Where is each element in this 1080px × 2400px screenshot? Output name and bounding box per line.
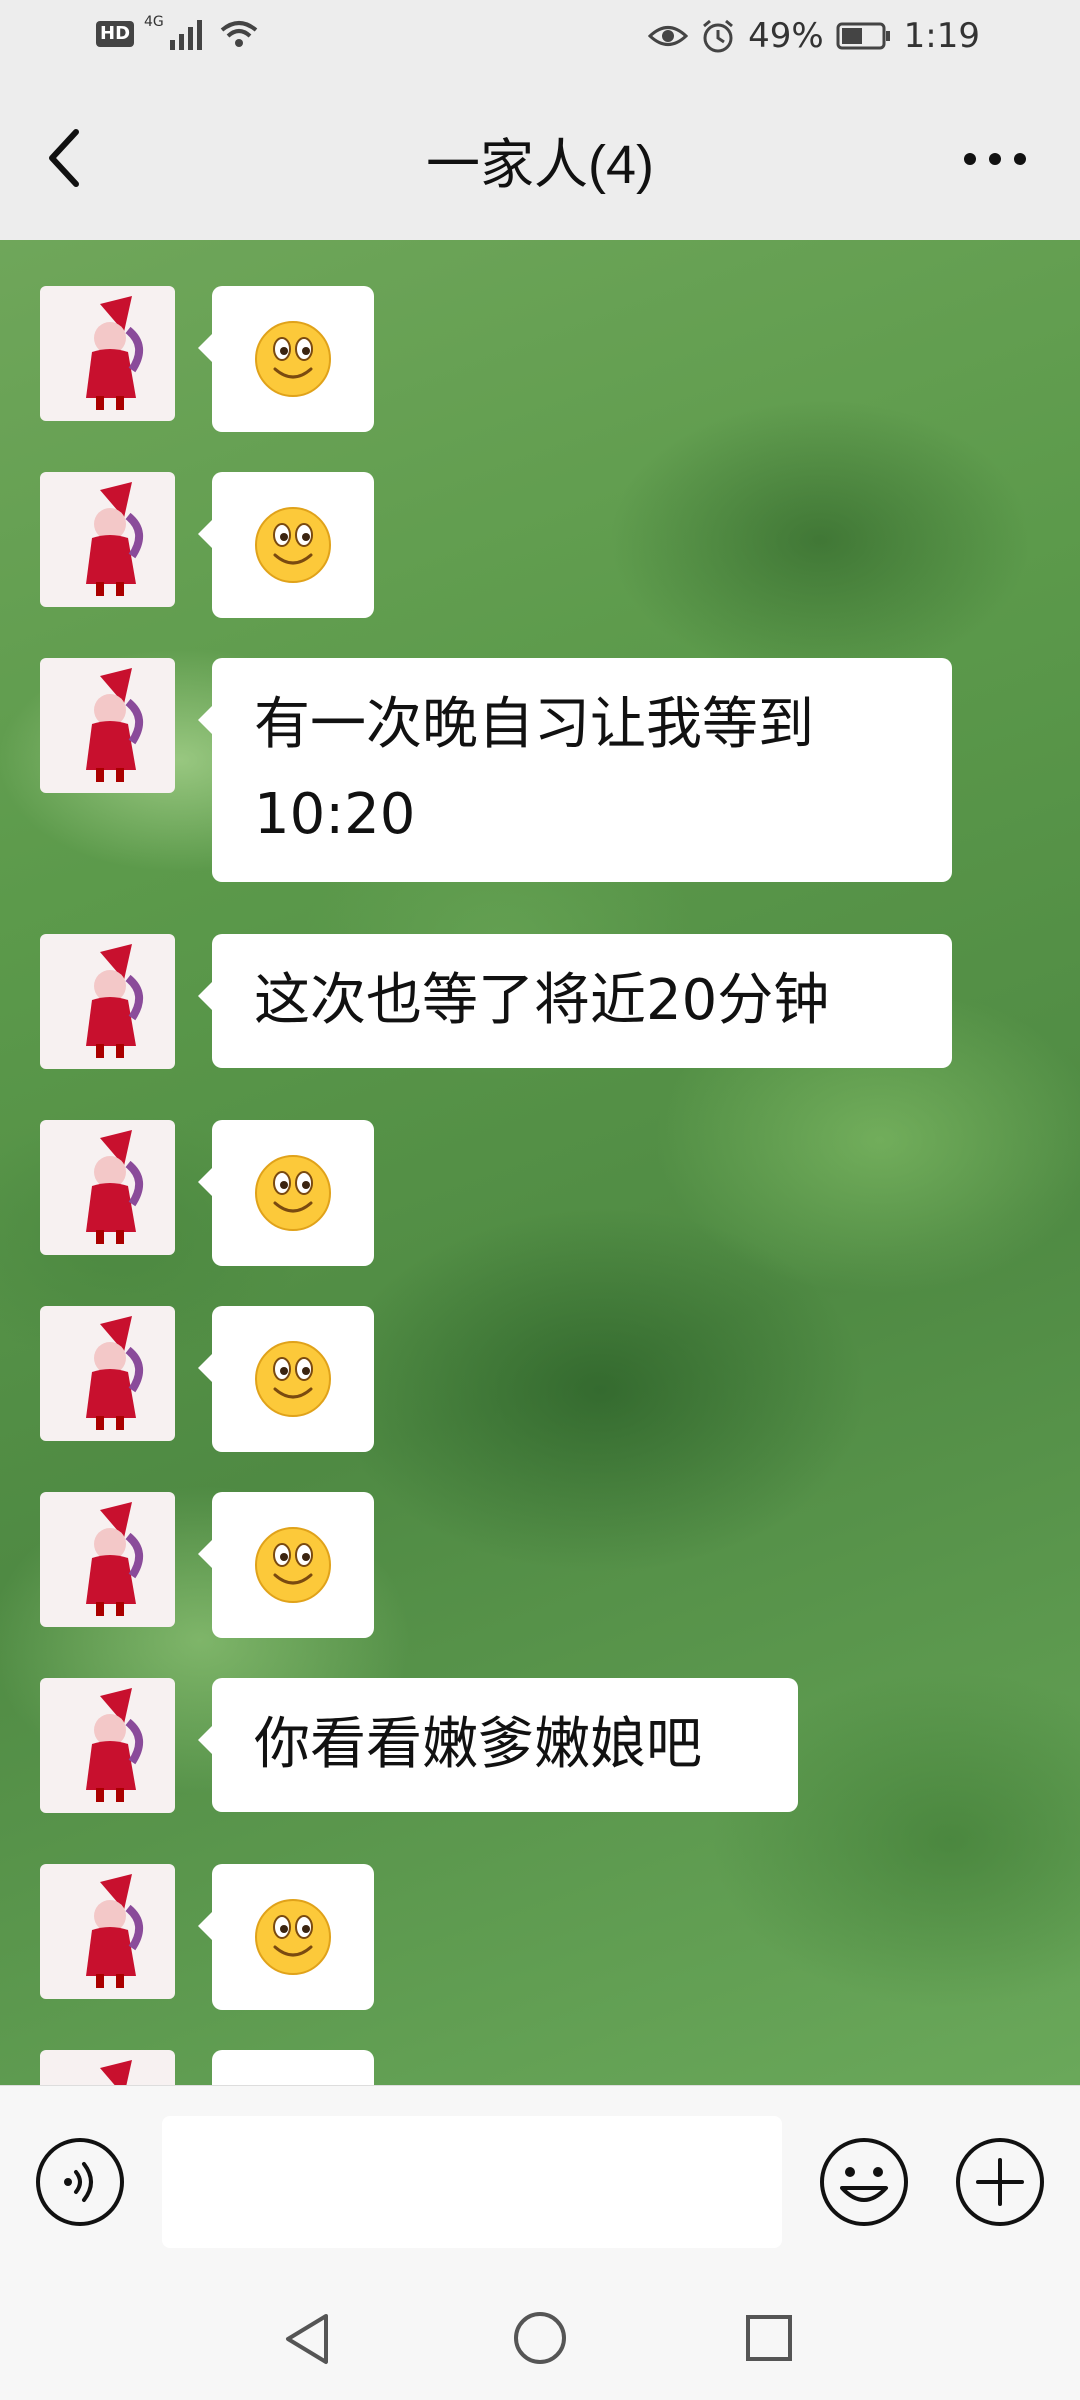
message-text-line: 有一次晚自习让我等到: [254, 692, 814, 757]
status-bar: HD 4G 49% 1:19: [0, 0, 1080, 78]
avatar[interactable]: [40, 1864, 175, 1999]
avatar[interactable]: [40, 658, 175, 793]
alarm-icon: [703, 19, 734, 53]
avatar-doll-image: [86, 668, 143, 782]
emoji-bubble[interactable]: [212, 2050, 374, 2085]
battery-percent: 49%: [748, 16, 824, 56]
emoji-bubble[interactable]: [198, 1492, 374, 1638]
message-text-line: 你看看嫩爹嫩娘吧: [254, 1712, 702, 1777]
battery-icon: [836, 22, 890, 50]
clock: 1:19: [903, 16, 980, 56]
input-bar: [0, 2085, 1080, 2286]
plus-icon[interactable]: [954, 2136, 1046, 2228]
avatar[interactable]: [40, 1492, 175, 1627]
avatar[interactable]: [40, 2050, 175, 2085]
message-text-line: 10:20: [254, 782, 416, 847]
network-type: 4G: [144, 14, 164, 30]
text-bubble[interactable]: 你看看嫩爹嫩娘吧: [198, 1678, 798, 1812]
chat-message-list[interactable]: 有一次晚自习让我等到 10:20 这次也等了将近20分钟 你看看嫩爹嫩娘吧: [0, 240, 1080, 2085]
avatar[interactable]: [40, 934, 175, 1069]
emoji-bubble[interactable]: [198, 472, 374, 618]
smile-emoji-icon: [255, 1899, 331, 1975]
avatar[interactable]: [40, 472, 175, 607]
smile-icon[interactable]: [818, 2136, 910, 2228]
smile-emoji-icon: [255, 1341, 331, 1417]
text-bubble[interactable]: 有一次晚自习让我等到 10:20: [198, 658, 952, 882]
more-dots-icon[interactable]: [960, 134, 1030, 184]
hd-badge: HD: [96, 21, 135, 47]
smile-emoji-icon: [255, 321, 331, 397]
emoji-bubble[interactable]: [198, 1864, 374, 2010]
avatar-doll-image: [86, 1130, 143, 1244]
nav-home-icon[interactable]: [512, 2310, 568, 2366]
emoji-bubble[interactable]: [198, 1306, 374, 1452]
avatar-doll-image: [86, 296, 143, 410]
nav-back-icon[interactable]: [280, 2310, 334, 2368]
eye-icon: [648, 26, 689, 46]
smile-emoji-icon: [255, 1155, 331, 1231]
avatar[interactable]: [40, 286, 175, 421]
avatar-doll-image: [86, 482, 143, 596]
avatar-doll-image: [100, 2060, 132, 2085]
avatar-doll-image: [86, 1316, 143, 1430]
wifi-icon: [220, 21, 258, 47]
avatar-doll-image: [86, 944, 143, 1058]
text-bubble[interactable]: 这次也等了将近20分钟: [198, 934, 952, 1068]
message-input[interactable]: [162, 2116, 782, 2248]
avatar-doll-image: [86, 1874, 143, 1988]
emoji-bubble[interactable]: [198, 286, 374, 432]
nav-recent-apps-icon[interactable]: [744, 2313, 794, 2363]
chat-header: 一家人(4): [0, 78, 1080, 240]
signal-icon: [169, 20, 202, 50]
smile-emoji-icon: [255, 1527, 331, 1603]
avatar[interactable]: [40, 1120, 175, 1255]
message-text-line: 这次也等了将近20分钟: [254, 968, 830, 1033]
emoji-bubble[interactable]: [198, 1120, 374, 1266]
chat-title: 一家人(4): [426, 135, 654, 195]
smile-emoji-icon: [255, 507, 331, 583]
system-nav-bar: [0, 2285, 1080, 2400]
avatar-doll-image: [86, 1502, 143, 1616]
avatar-doll-image: [86, 1688, 143, 1802]
avatar[interactable]: [40, 1678, 175, 1813]
avatar[interactable]: [40, 1306, 175, 1441]
voice-icon[interactable]: [34, 2136, 126, 2228]
